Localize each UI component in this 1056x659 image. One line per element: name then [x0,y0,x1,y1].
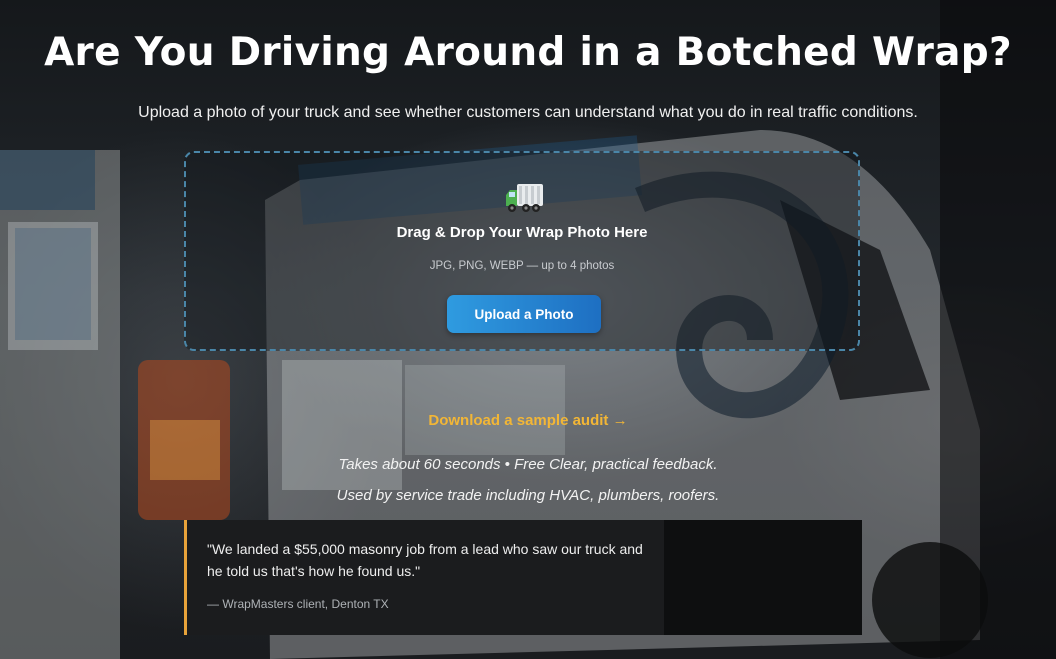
dropzone-formats-hint: JPG, PNG, WEBP — up to 4 photos [429,260,615,272]
page-subtitle: Upload a photo of your truck and see whe… [138,104,918,121]
download-sample-audit-link[interactable]: Download a sample audit → [428,412,627,429]
trades-note: Used by service trade including HVAC, pl… [336,487,720,504]
photo-dropzone[interactable]: Drag & Drop Your Wrap Photo Here JPG, PN… [184,151,860,351]
testimonial-quote: "We landed a $55,000 masonry job from a … [207,541,643,579]
upload-photo-button[interactable]: Upload a Photo [447,295,601,333]
page-title: Are You Driving Around in a Botched Wrap… [44,30,1012,75]
testimonial-attribution: — WrapMasters client, Denton TX [207,597,389,611]
sample-audit-container: Download a sample audit → [0,412,1056,429]
testimonial-card: "We landed a $55,000 masonry job from a … [184,520,862,635]
page: Are You Driving Around in a Botched Wrap… [0,0,1056,659]
dropzone-title: Drag & Drop Your Wrap Photo Here [396,224,648,241]
delivery-truck-icon [506,184,543,212]
duration-note: Takes about 60 seconds • Free Clear, pra… [338,456,718,473]
